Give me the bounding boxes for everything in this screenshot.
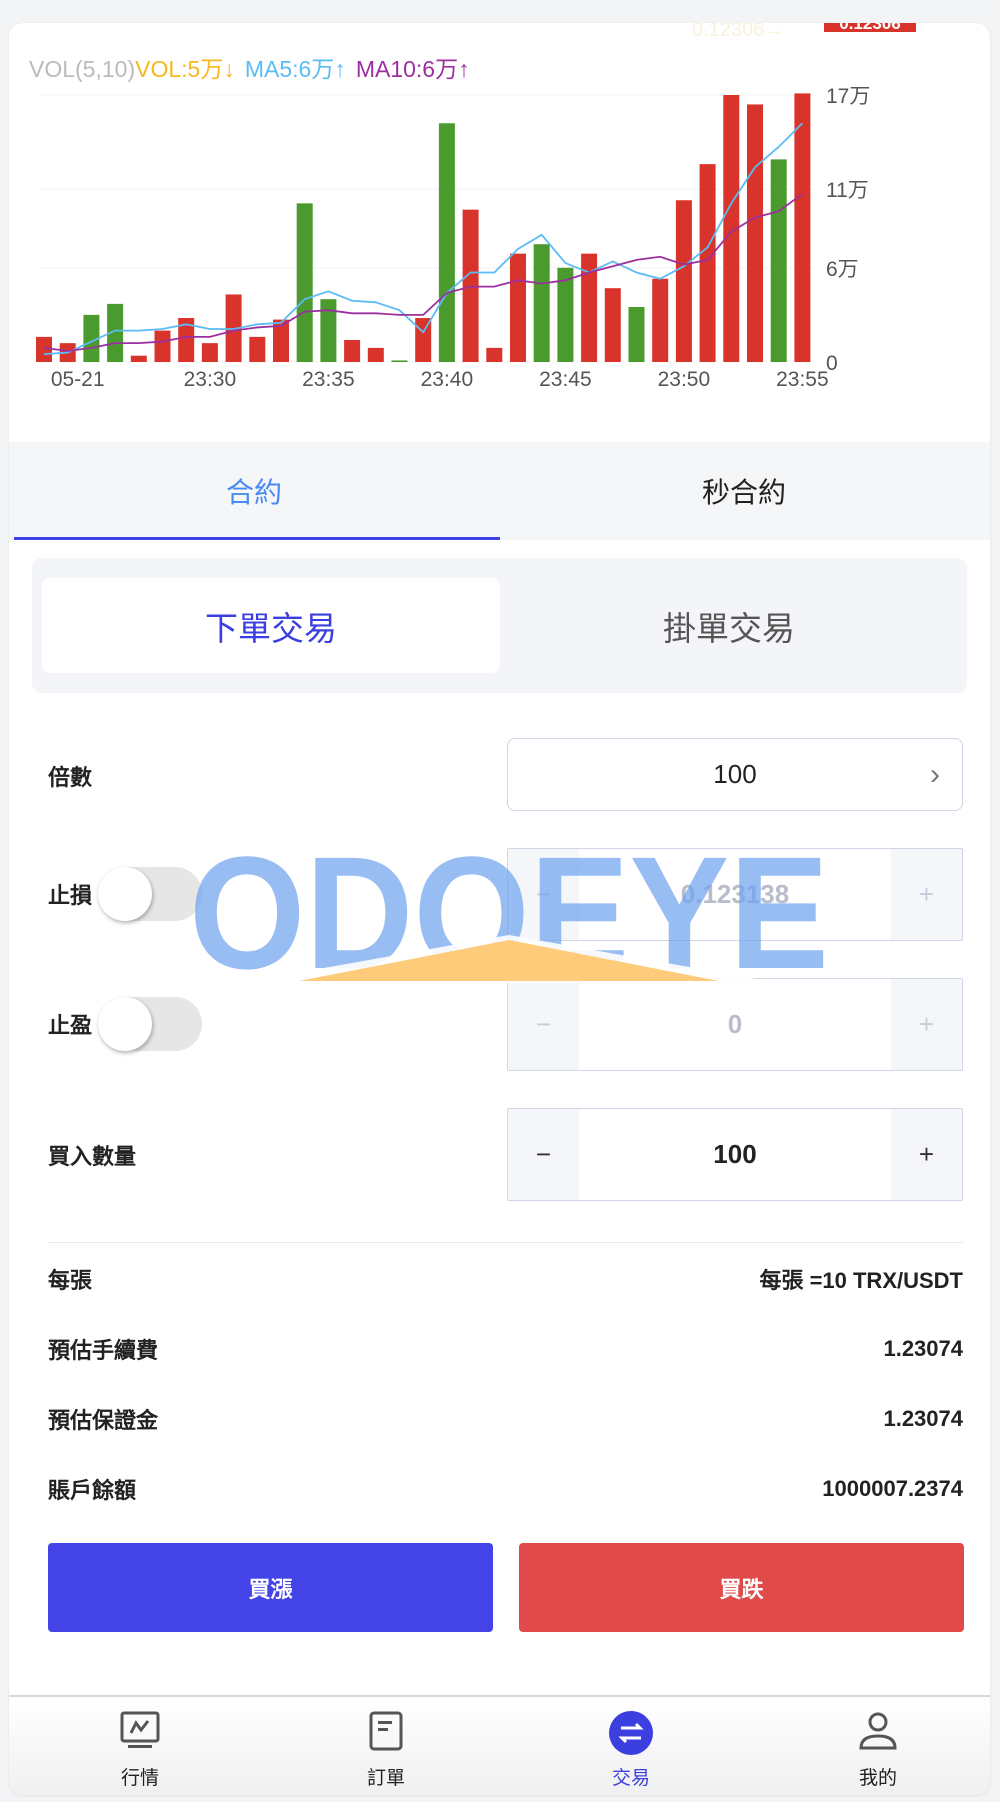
volume-bar (699, 164, 716, 362)
y-tick-label: 6万 (826, 258, 859, 281)
toggle-knob (98, 997, 152, 1051)
stop-loss-plus-button[interactable]: + (891, 849, 962, 940)
x-tick-label: 23:35 (302, 368, 355, 391)
nav-orders[interactable]: 訂單 (316, 1697, 456, 1795)
volume-bar (510, 253, 526, 362)
chevron-right-icon: › (930, 757, 940, 791)
nav-label: 交易 (611, 1768, 650, 1789)
quantity-input[interactable]: 100 (579, 1139, 891, 1170)
tab-label: 合約 (225, 477, 282, 508)
quantity-minus-button[interactable]: − (508, 1109, 579, 1200)
quantity-label: 買入數量 (48, 1144, 137, 1169)
take-profit-minus-button[interactable]: − (508, 979, 579, 1070)
contract-tabs: 合約 秒合約 (9, 442, 990, 540)
volume-bar (794, 93, 811, 362)
legend-vol: VOL:5万↓ (135, 56, 235, 82)
volume-bar (249, 336, 266, 362)
take-profit-plus-button[interactable]: + (891, 979, 962, 1070)
document-icon (369, 1711, 403, 1751)
volume-bar (154, 330, 171, 362)
legend-ma5: MA5:6万↑ (245, 56, 346, 82)
quantity-stepper: − 100 + (507, 1108, 963, 1201)
legend-params: VOL(5,10) (29, 56, 135, 82)
info-label: 預估手續費 (48, 1338, 159, 1363)
take-profit-label: 止盈 (48, 1013, 93, 1038)
take-profit-stepper: − 0 + (507, 978, 963, 1071)
y-tick-label: 17万 (826, 85, 870, 108)
volume-bar (675, 200, 692, 362)
limit-order-button[interactable]: 掛單交易 (500, 578, 958, 673)
x-tick-label: 23:50 (658, 368, 711, 391)
volume-bar (201, 343, 218, 362)
volume-bar (486, 347, 503, 362)
x-tick-label: 23:40 (421, 368, 474, 391)
nav-label: 訂單 (366, 1768, 405, 1789)
stop-loss-input[interactable]: 0.123138 (579, 879, 891, 910)
divider (48, 1242, 963, 1243)
volume-bar (367, 347, 384, 362)
exchange-icon (609, 1711, 653, 1755)
legend-ma10: MA10:6万↑ (356, 56, 470, 82)
volume-bar (320, 299, 337, 362)
info-value: 每張 =10 TRX/USDT (759, 1268, 963, 1293)
volume-bar (438, 123, 455, 362)
info-value: 1000007.2374 (822, 1476, 963, 1501)
user-icon (859, 1712, 897, 1750)
nav-trade[interactable]: 交易 (561, 1697, 701, 1795)
info-label: 每張 (48, 1268, 93, 1293)
leverage-label: 倍數 (48, 765, 93, 790)
buy-up-button[interactable]: 買漲 (48, 1543, 493, 1632)
market-order-button[interactable]: 下單交易 (42, 578, 500, 673)
take-profit-toggle[interactable] (98, 997, 202, 1051)
stop-loss-stepper: − 0.123138 + (507, 848, 963, 941)
active-tab-underline (14, 537, 500, 540)
nav-profile[interactable]: 我的 (808, 1697, 948, 1795)
volume-bar (747, 104, 763, 363)
stop-loss-toggle[interactable] (98, 867, 202, 921)
x-tick-label: 23:55 (776, 368, 829, 391)
stop-loss-minus-button[interactable]: − (508, 849, 579, 940)
x-tick-label: 23:30 (184, 368, 237, 391)
y-tick-label: 11万 (826, 179, 869, 202)
nav-label: 行情 (120, 1768, 159, 1789)
volume-bar (770, 159, 787, 362)
info-value: 1.23074 (883, 1406, 963, 1431)
tab-label: 秒合約 (701, 477, 786, 508)
quantity-plus-button[interactable]: + (891, 1109, 962, 1200)
chart-legend: VOL(5,10)VOL:5万↓ MA5:6万↑ MA10:6万↑ (29, 56, 470, 82)
take-profit-input[interactable]: 0 (579, 1009, 891, 1040)
tab-contract[interactable]: 合約 (9, 442, 499, 540)
volume-bar (296, 203, 313, 362)
faint-price: 0.12306→ (692, 23, 784, 41)
chart-monitor-icon (120, 1711, 160, 1748)
volume-bar (652, 278, 669, 362)
leverage-select[interactable]: 100 › (507, 738, 963, 811)
trade-card: 0.12306 0.12306→ VOL(5,10)VOL:5万↓ MA5:6万↑… (9, 23, 990, 1795)
volume-bar (344, 340, 361, 362)
x-tick-label: 05-21 (51, 368, 105, 391)
volume-bar (533, 244, 550, 362)
volume-bar (628, 307, 645, 362)
tab-second-contract[interactable]: 秒合約 (499, 442, 989, 540)
info-label: 賬戶餘額 (48, 1478, 137, 1503)
info-value: 1.23074 (883, 1336, 963, 1361)
buy-down-button[interactable]: 買跌 (519, 1543, 964, 1632)
x-tick-label: 23:45 (539, 368, 592, 391)
price-badge-text: 0.12306 (839, 23, 900, 33)
nav-label: 我的 (858, 1768, 897, 1789)
info-label: 預估保證金 (48, 1408, 159, 1433)
toggle-knob (98, 867, 152, 921)
volume-bar (604, 288, 621, 362)
volume-bar (130, 355, 147, 362)
volume-chart: 0.12306 0.12306→ VOL(5,10)VOL:5万↓ MA5:6万↑… (29, 23, 916, 391)
bottom-nav: 行情 訂單 交易 我的 (9, 1695, 990, 1795)
order-type-segment: 下單交易 掛單交易 (32, 558, 967, 693)
leverage-value: 100 (713, 759, 757, 789)
volume-bar (391, 360, 408, 362)
stop-loss-label: 止損 (48, 883, 93, 908)
nav-market[interactable]: 行情 (70, 1697, 210, 1795)
